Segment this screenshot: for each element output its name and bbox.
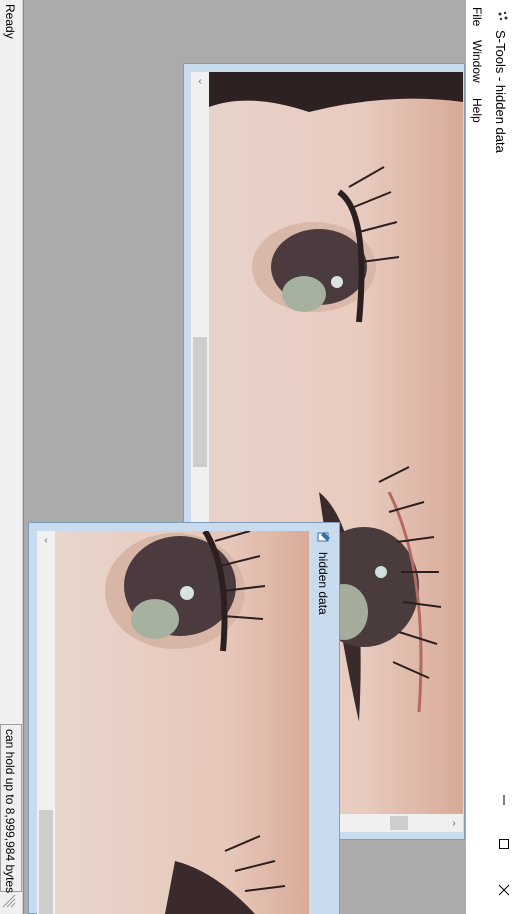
minimize-icon [503, 795, 505, 805]
menu-file[interactable]: File [470, 7, 484, 26]
maximize-icon [499, 839, 509, 849]
face-image-front [55, 531, 309, 914]
back-vertical-scroll-thumb[interactable] [193, 337, 207, 467]
scroll-right-arrow-icon[interactable]: › [445, 814, 463, 832]
minimize-button[interactable] [490, 786, 518, 814]
status-capacity-pane: can hold up to 8,999,984 bytes [0, 724, 22, 894]
window-title: S-Tools - hidden data [493, 30, 508, 153]
close-button[interactable] [490, 876, 518, 904]
front-image-canvas [55, 531, 309, 914]
app-icon [498, 11, 508, 21]
menu-window[interactable]: Window [470, 40, 484, 83]
status-ready-text: Ready [3, 4, 17, 39]
scroll-up-arrow-icon[interactable]: ‹ [37, 531, 55, 549]
front-window-title: hidden data [316, 552, 330, 615]
back-horizontal-scroll-thumb[interactable] [390, 816, 408, 830]
paint-icon [317, 532, 330, 542]
close-icon [498, 884, 510, 896]
menu-bar [465, 0, 487, 914]
scroll-up-arrow-icon[interactable]: ‹ [191, 72, 209, 90]
front-vertical-scroll-thumb[interactable] [39, 810, 53, 914]
status-capacity-text: can hold up to 8,999,984 bytes [3, 729, 17, 894]
maximize-button[interactable] [490, 830, 518, 858]
size-grip-icon[interactable] [1, 893, 17, 909]
menu-help[interactable]: Help [470, 98, 484, 123]
